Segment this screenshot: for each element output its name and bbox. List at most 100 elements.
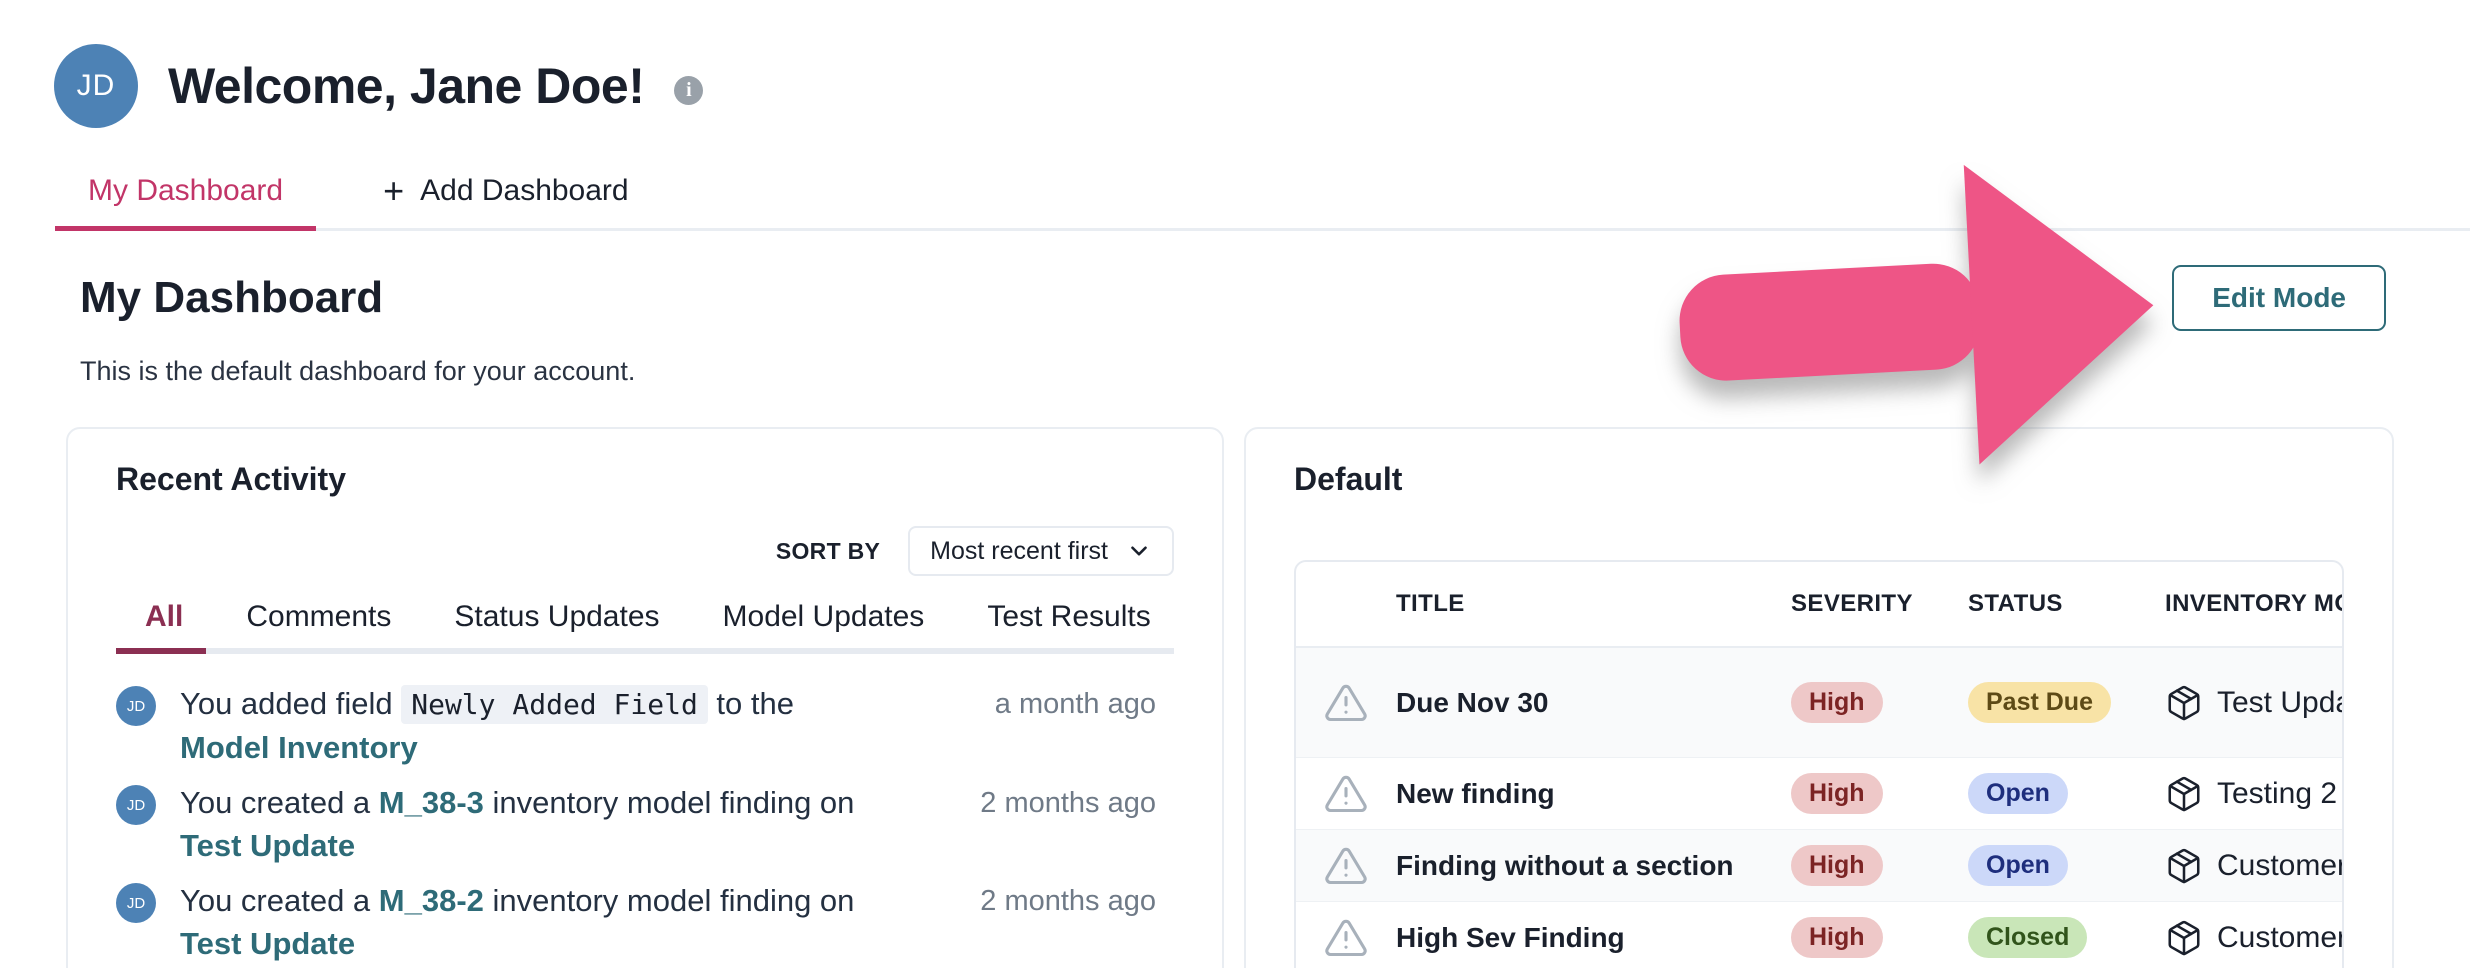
activity-item: JD You added field Newly Added Field to t… bbox=[116, 682, 1174, 769]
activity-tab-status-updates[interactable]: Status Updates bbox=[425, 600, 688, 634]
inventory-model-name: Customer bbox=[2217, 849, 2344, 883]
severity-badge: High bbox=[1791, 845, 1883, 886]
finding-row-new-finding[interactable]: New findingHigh Open Testing 2 bbox=[1296, 758, 2342, 830]
activity-tab-comments[interactable]: Comments bbox=[217, 600, 420, 634]
finding-title: High Sev Finding bbox=[1396, 922, 1791, 954]
alert-triangle-icon bbox=[1324, 681, 1368, 725]
avatar: JD bbox=[54, 44, 138, 128]
column-header-status: STATUS bbox=[1968, 590, 2165, 618]
tab-rail bbox=[116, 648, 1174, 654]
page-title: My Dashboard bbox=[80, 273, 2470, 323]
inventory-model-cell[interactable]: Customer bbox=[2165, 847, 2344, 885]
severity-cell: High bbox=[1791, 845, 1968, 886]
activity-link-test-update[interactable]: Test Update bbox=[180, 828, 355, 863]
finding-icon-cell bbox=[1296, 681, 1396, 725]
status-cell: Open bbox=[1968, 773, 2165, 814]
alert-triangle-icon bbox=[1324, 916, 1368, 960]
column-header-inventory-model: INVENTORY MODEL bbox=[2165, 590, 2344, 618]
tab-my-dashboard[interactable]: My Dashboard bbox=[55, 174, 316, 228]
recent-activity-card: Recent Activity SORT BY Most recent firs… bbox=[66, 427, 1224, 968]
page-head-section: My Dashboard This is the default dashboa… bbox=[0, 231, 2470, 387]
finding-row-finding-without-a-section[interactable]: Finding without a sectionHigh Open Custom… bbox=[1296, 830, 2342, 902]
chevron-down-icon bbox=[1126, 538, 1152, 564]
sort-by-label: SORT BY bbox=[776, 538, 880, 565]
activity-tab-all[interactable]: All bbox=[116, 600, 212, 634]
inventory-model-cell[interactable]: Testing 2 bbox=[2165, 775, 2344, 813]
activity-text: You created a M_38-3 inventory model fin… bbox=[180, 781, 885, 867]
finding-title: Finding without a section bbox=[1396, 850, 1791, 882]
avatar: JD bbox=[116, 883, 156, 923]
finding-icon-cell bbox=[1296, 916, 1396, 960]
severity-cell: High bbox=[1791, 682, 1968, 723]
alert-triangle-icon bbox=[1324, 772, 1368, 816]
page-header: JD Welcome, Jane Doe! i bbox=[0, 0, 2470, 128]
severity-badge: High bbox=[1791, 682, 1883, 723]
status-badge: Closed bbox=[1968, 917, 2087, 958]
edit-mode-button[interactable]: Edit Mode bbox=[2172, 265, 2386, 331]
activity-text: You created a M_38-2 inventory model fin… bbox=[180, 879, 885, 965]
activity-link-model-inventory[interactable]: Model Inventory bbox=[180, 730, 418, 765]
finding-row-due-nov-30[interactable]: Due Nov 30High Past Due Test Update bbox=[1296, 648, 2342, 758]
activity-timestamp: 2 months ago bbox=[980, 885, 1174, 965]
sort-select[interactable]: Most recent first bbox=[908, 526, 1174, 576]
activity-timestamp: 2 months ago bbox=[980, 787, 1174, 867]
dashboard-page: JD Welcome, Jane Doe! i My Dashboard + A… bbox=[0, 0, 2470, 968]
info-icon[interactable]: i bbox=[674, 76, 703, 105]
severity-badge: High bbox=[1791, 773, 1883, 814]
default-findings-card: Default TITLESEVERITYSTATUSINVENTORY MOD… bbox=[1244, 427, 2394, 968]
status-badge: Open bbox=[1968, 845, 2068, 886]
dashboard-widgets: Recent Activity SORT BY Most recent firs… bbox=[0, 427, 2470, 968]
inventory-model-cell[interactable]: Customer bbox=[2165, 919, 2344, 957]
status-badge: Past Due bbox=[1968, 682, 2111, 723]
column-header-title: TITLE bbox=[1396, 590, 1791, 618]
sort-row: SORT BY Most recent first bbox=[116, 526, 1174, 576]
avatar: JD bbox=[116, 686, 156, 726]
finding-icon-cell bbox=[1296, 844, 1396, 888]
add-dashboard-label: Add Dashboard bbox=[420, 174, 628, 208]
dashboard-tabs: My Dashboard + Add Dashboard bbox=[55, 174, 2470, 231]
findings-table-header: TITLESEVERITYSTATUSINVENTORY MODEL bbox=[1296, 562, 2342, 648]
package-icon bbox=[2165, 775, 2203, 813]
finding-row-high-sev-finding[interactable]: High Sev FindingHigh Closed Customer bbox=[1296, 902, 2342, 968]
activity-item: JD You created a M_38-2 inventory model f… bbox=[116, 879, 1174, 965]
activity-text: You added field Newly Added Field to the… bbox=[180, 682, 885, 769]
status-cell: Past Due bbox=[1968, 682, 2165, 723]
sort-select-value: Most recent first bbox=[930, 537, 1108, 566]
activity-link-m-38-2[interactable]: M_38-2 bbox=[379, 883, 484, 918]
inventory-model-cell[interactable]: Test Update bbox=[2165, 684, 2344, 722]
activity-list: JD You added field Newly Added Field to t… bbox=[116, 682, 1174, 965]
status-cell: Open bbox=[1968, 845, 2165, 886]
activity-filter-tabs: AllCommentsStatus UpdatesModel UpdatesTe… bbox=[116, 600, 1174, 634]
field-code-chip: Newly Added Field bbox=[401, 685, 708, 724]
severity-cell: High bbox=[1791, 773, 1968, 814]
recent-activity-title: Recent Activity bbox=[116, 461, 1174, 498]
activity-tab-model-updates[interactable]: Model Updates bbox=[694, 600, 954, 634]
inventory-model-name: Customer bbox=[2217, 921, 2344, 955]
package-icon bbox=[2165, 919, 2203, 957]
status-cell: Closed bbox=[1968, 917, 2165, 958]
findings-card-title: Default bbox=[1294, 461, 2344, 498]
findings-table-body: Due Nov 30HighPast Due Test Update New f… bbox=[1296, 648, 2342, 968]
status-badge: Open bbox=[1968, 773, 2068, 814]
plus-icon: + bbox=[383, 178, 404, 204]
activity-link-m-38-3[interactable]: M_38-3 bbox=[379, 785, 484, 820]
alert-triangle-icon bbox=[1324, 844, 1368, 888]
package-icon bbox=[2165, 847, 2203, 885]
column-header-severity: SEVERITY bbox=[1791, 590, 1968, 618]
findings-table: TITLESEVERITYSTATUSINVENTORY MODEL Due N… bbox=[1294, 560, 2344, 968]
inventory-model-name: Test Update bbox=[2217, 686, 2344, 720]
activity-tab-test-results[interactable]: Test Results bbox=[958, 600, 1179, 634]
severity-cell: High bbox=[1791, 917, 1968, 958]
severity-badge: High bbox=[1791, 917, 1883, 958]
inventory-model-name: Testing 2 bbox=[2217, 777, 2337, 811]
add-dashboard-button[interactable]: + Add Dashboard bbox=[350, 174, 662, 228]
finding-title: Due Nov 30 bbox=[1396, 687, 1791, 719]
package-icon bbox=[2165, 684, 2203, 722]
finding-title: New finding bbox=[1396, 778, 1791, 810]
activity-item: JD You created a M_38-3 inventory model f… bbox=[116, 781, 1174, 867]
finding-icon-cell bbox=[1296, 772, 1396, 816]
activity-link-test-update[interactable]: Test Update bbox=[180, 926, 355, 961]
activity-timestamp: a month ago bbox=[995, 688, 1174, 769]
welcome-title: Welcome, Jane Doe! bbox=[168, 57, 644, 115]
avatar: JD bbox=[116, 785, 156, 825]
